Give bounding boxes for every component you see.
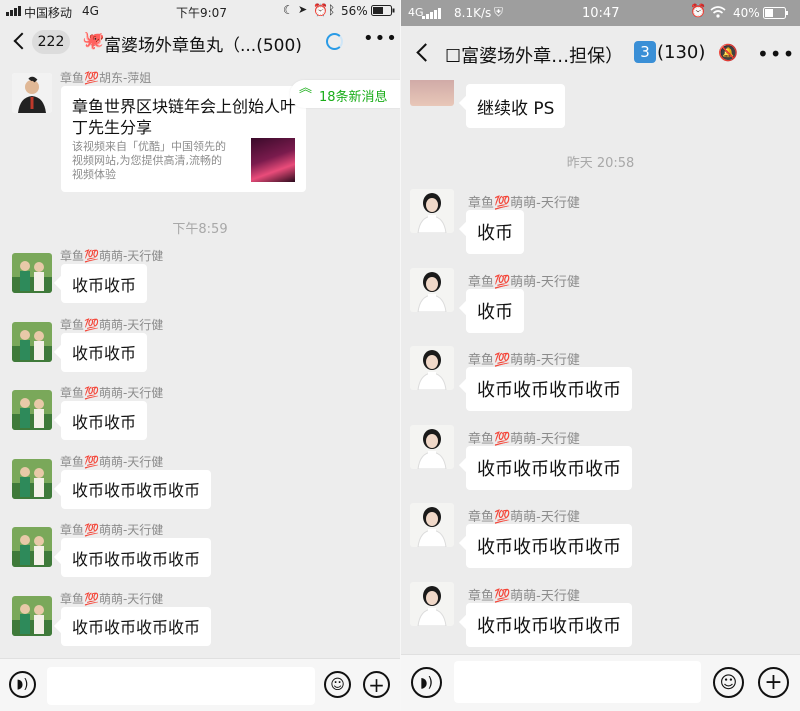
nav-bar: ☐富婆场外章…担保） 3 (130) 🔕 ••• [401,26,800,80]
nav-bar: 222 🐙 富婆场外章鱼丸（...(500) ••• [0,22,400,62]
location-icon: ➤ [298,3,308,16]
avatar[interactable] [410,189,454,233]
message-input[interactable] [454,661,701,703]
status-time: 10:47 [582,6,620,21]
alarm-icon: ⏰ [313,3,328,17]
octopus-icon: 🐙 [82,30,105,51]
loading-icon [326,33,343,50]
chat-title: 富婆场外章鱼丸（...(500) [104,36,302,56]
status-bar: 中国移动 4G 下午9:07 ☾ ➤ ⏰ ᛒ 56% [0,0,400,22]
lock-rotation-icon: ☾ [283,3,294,17]
back-button[interactable] [416,43,435,62]
left-chat-screen: 中国移动 4G 下午9:07 ☾ ➤ ⏰ ᛒ 56% 222 🐙 富婆场外章鱼丸… [0,0,400,711]
input-bar: ◗) ☺ + [0,658,400,711]
message-bubble[interactable]: 收币收币收币收币 [466,367,632,411]
chat-title: ☐富婆场外章…担保） [445,46,624,67]
back-button[interactable]: 222 [10,30,72,54]
sender-name: 章鱼💯萌萌-天行健 [60,523,164,537]
plus-icon[interactable]: + [363,671,390,698]
message-bubble[interactable]: 继续收 PS [466,84,566,128]
sender-name: 章鱼💯萌萌-天行健 [468,510,580,525]
message-bubble[interactable]: 收币收币收币收币 [61,538,212,577]
sender-name: 章鱼💯萌萌-天行健 [468,353,580,368]
sender-name: 章鱼💯萌萌-天行健 [60,591,164,606]
emoji-icon[interactable]: ☺ [713,667,744,698]
new-messages-pill[interactable]: ︽ 18条新消息 [290,80,400,108]
alarm-icon: ⏰ [690,4,707,19]
avatar[interactable] [410,424,454,469]
avatar[interactable] [410,80,454,106]
mute-bell-icon: 🔕 [718,43,738,62]
avatar[interactable] [410,503,454,547]
plus-icon[interactable]: + [758,667,789,698]
back-chevron-icon [13,32,31,50]
sender-name: 章鱼💯萌萌-天行健 [60,386,164,400]
time-separator: 下午8:59 [172,222,228,237]
battery-percent: 40% [733,6,760,20]
message-bubble[interactable]: 收币收币收币收币 [466,445,632,490]
signal-icon [6,5,22,19]
avatar[interactable] [12,390,52,430]
share-card[interactable]: 章鱼世界区块链年会上创始人叶丁先生分享 该视频来自「优酷」中国领先的 视频网站,… [61,86,306,192]
sender-name: 章鱼💯萌萌-天行健 [468,196,580,211]
share-card-thumbnail [251,138,295,182]
avatar[interactable] [12,253,52,293]
battery-icon [763,7,789,22]
sender-name: 章鱼💯萌萌-天行健 [468,274,580,290]
new-messages-label: 18条新消息 [319,90,388,105]
sender-name: 章鱼💯萌萌-天行健 [60,317,164,332]
input-bar: ◗) ☺ + [401,654,800,711]
sender-name: 章鱼💯萌萌-天行健 [60,249,164,263]
avatar[interactable] [12,321,52,362]
status-time: 下午9:07 [176,6,227,20]
network-speed: 8.1K/s [454,6,492,20]
sender-name: 章鱼💯胡东-萍姐 [60,71,152,85]
badge-3: 3 [634,41,656,63]
voice-icon[interactable]: ◗) [411,667,442,698]
message-bubble[interactable]: 收币 [466,288,524,333]
emoji-icon[interactable]: ☺ [324,671,351,698]
message-input[interactable] [47,667,315,705]
avatar[interactable] [410,267,454,312]
carrier: 中国移动 [24,6,73,20]
message-bubble[interactable]: 收币收币 [61,264,148,303]
bluetooth-icon: ᛒ [328,3,336,17]
battery-percent: 56% [341,4,368,18]
message-bubble[interactable]: 收币收币收币收币 [466,602,632,647]
share-card-title: 章鱼世界区块链年会上创始人叶丁先生分享 [72,97,297,137]
message-bubble[interactable]: 收币收币收币收币 [61,469,212,509]
avatar[interactable] [410,346,454,390]
avatar[interactable] [410,581,454,626]
avatar[interactable] [12,73,52,113]
avatar[interactable] [12,527,52,567]
member-count: (130) [657,42,706,63]
right-chat-screen: 4G 8.1K/s ⛨ 10:47 ⏰ 40% ☐富婆场外章…担保） 3 (13… [401,0,800,711]
time-separator: 昨天 20:58 [566,156,635,171]
message-bubble[interactable]: 收币收币 [61,401,148,440]
more-icon[interactable]: ••• [757,42,795,66]
sender-name: 章鱼💯萌萌-天行健 [468,431,580,447]
avatar[interactable] [12,595,52,636]
network-type: 4G [82,4,99,18]
battery-icon [371,5,395,19]
wifi-icon [710,6,726,21]
shield-icon: ⛨ [494,5,504,19]
voice-icon[interactable]: ◗) [9,671,36,698]
message-bubble[interactable]: 收币收币收币收币 [61,606,212,646]
message-bubble[interactable]: 收币收币 [61,332,148,372]
double-chevron-up-icon: ︽ [299,81,313,96]
sender-name: 章鱼💯萌萌-天行健 [60,454,164,469]
share-card-desc-3: 视频体验 [72,168,116,181]
message-bubble[interactable]: 收币收币收币收币 [466,524,632,568]
sender-name: 章鱼💯萌萌-天行健 [468,588,580,604]
chat-area: 继续收 PS 昨天 20:58 章鱼💯萌萌-天行健 收币 章鱼💯萌萌-天行健 收币 章鱼… [401,80,800,654]
status-bar: 4G 8.1K/s ⛨ 10:47 ⏰ 40% [401,0,800,26]
more-icon[interactable]: ••• [363,28,398,49]
unread-count-badge: 222 [32,30,70,54]
avatar[interactable] [12,458,52,499]
signal-icon [422,8,442,22]
message-bubble[interactable]: 收币 [466,210,524,254]
